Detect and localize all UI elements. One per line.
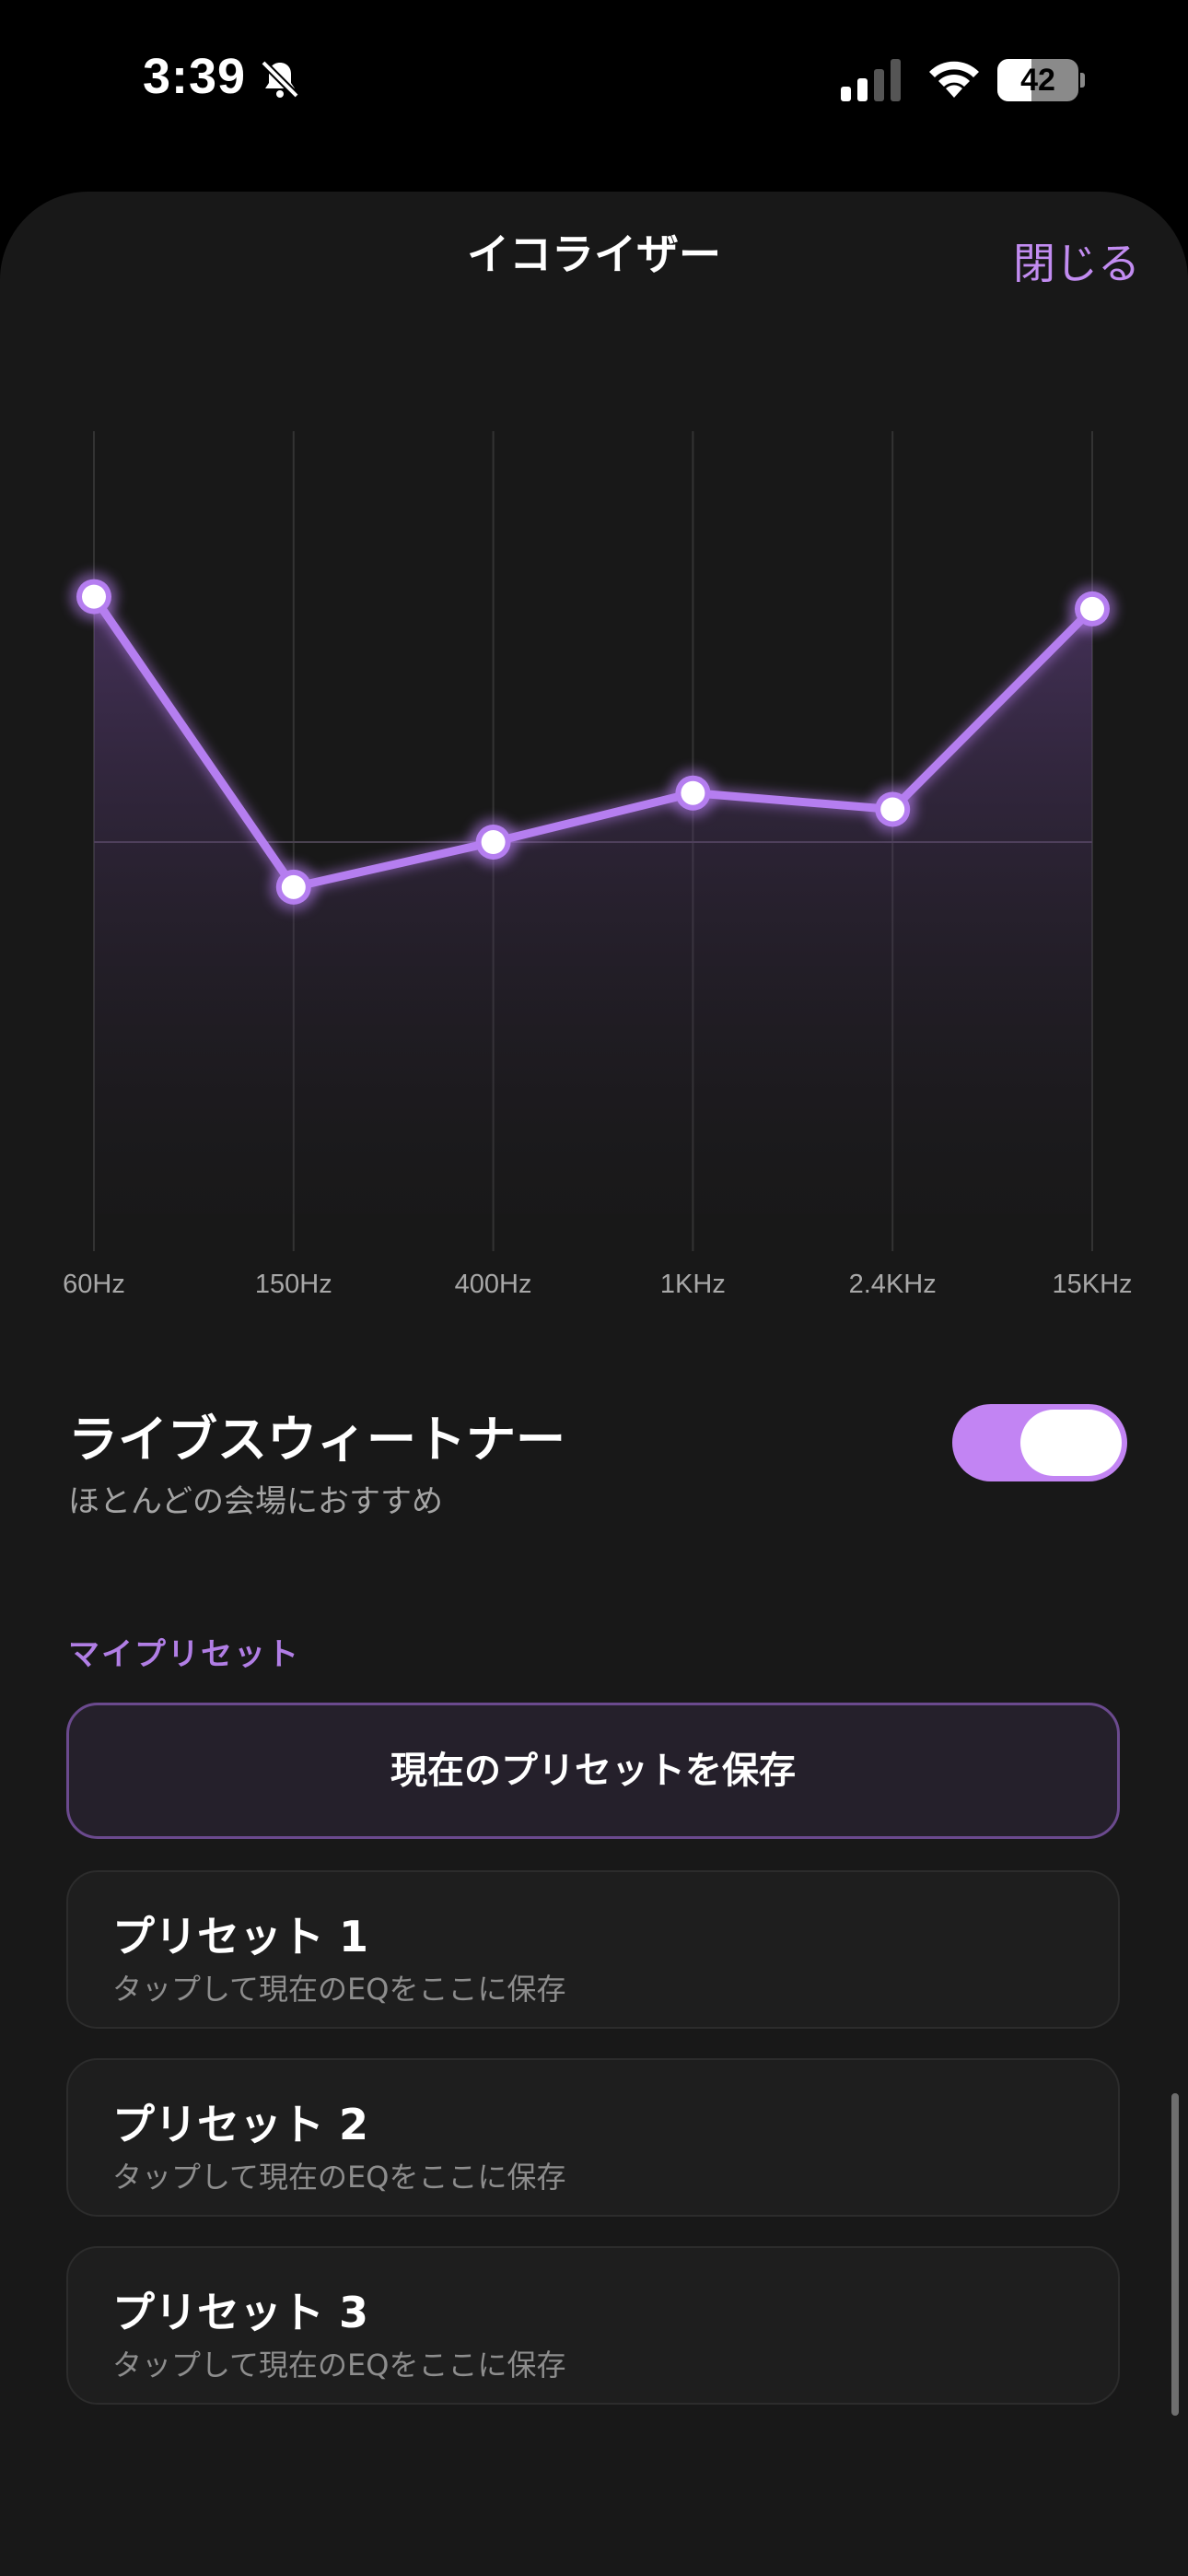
live-sweetener-subtitle: ほとんどの会場におすすめ: [68, 1483, 443, 1520]
eq-band-handle-400Hz[interactable]: [469, 818, 518, 866]
bell-slash-icon: [261, 60, 299, 99]
battery-percentage: 42: [1020, 63, 1055, 98]
status-bar: 3:39 42: [0, 0, 1188, 175]
frequency-label: 2.4KHz: [848, 1270, 937, 1299]
wifi-icon: [929, 61, 979, 98]
frequency-label: 400Hz: [454, 1270, 532, 1299]
eq-band-handle-2.4KHz[interactable]: [868, 785, 917, 834]
equalizer-graph[interactable]: [0, 405, 1188, 1308]
page-title: イコライザー: [467, 229, 721, 279]
eq-band-handle-15KHz[interactable]: [1068, 584, 1116, 633]
frequency-label: 15KHz: [1052, 1270, 1133, 1299]
frequency-label: 60Hz: [63, 1270, 125, 1299]
preset-name: プリセット 3: [112, 2288, 369, 2337]
live-sweetener-toggle[interactable]: [952, 1404, 1127, 1481]
preset-name: プリセット 1: [112, 1912, 369, 1961]
close-button[interactable]: 閉じる: [1013, 230, 1140, 291]
eq-band-handle-60Hz[interactable]: [70, 572, 118, 621]
preset-description: タップして現在のEQをここに保存: [112, 2160, 566, 2195]
eq-area-fill: [94, 596, 1092, 1214]
equalizer-chart[interactable]: [0, 405, 1188, 1308]
cellular-signal-icon: [841, 59, 901, 101]
presets-section-title: マイプリセット: [68, 1636, 300, 1673]
save-preset-button[interactable]: 現在のプリセットを保存: [66, 1703, 1120, 1839]
eq-band-handle-150Hz[interactable]: [269, 862, 318, 911]
preset-description: タップして現在のEQをここに保存: [112, 2348, 566, 2383]
frequency-label: 150Hz: [254, 1270, 332, 1299]
battery-icon: 42: [997, 59, 1085, 101]
toggle-knob: [1020, 1410, 1122, 1476]
status-time: 3:39: [143, 49, 247, 104]
preset-card-3[interactable]: プリセット 3 タップして現在のEQをここに保存: [66, 2246, 1120, 2405]
preset-name: プリセット 2: [112, 2100, 369, 2149]
live-sweetener-title: ライブスウィートナー: [68, 1411, 565, 1469]
scrollbar[interactable]: [1171, 2093, 1179, 2416]
preset-card-2[interactable]: プリセット 2 タップして現在のEQをここに保存: [66, 2058, 1120, 2217]
preset-description: タップして現在のEQをここに保存: [112, 1972, 566, 2007]
eq-band-handle-1KHz[interactable]: [669, 768, 717, 817]
preset-card-1[interactable]: プリセット 1 タップして現在のEQをここに保存: [66, 1870, 1120, 2029]
frequency-label: 1KHz: [659, 1270, 726, 1299]
